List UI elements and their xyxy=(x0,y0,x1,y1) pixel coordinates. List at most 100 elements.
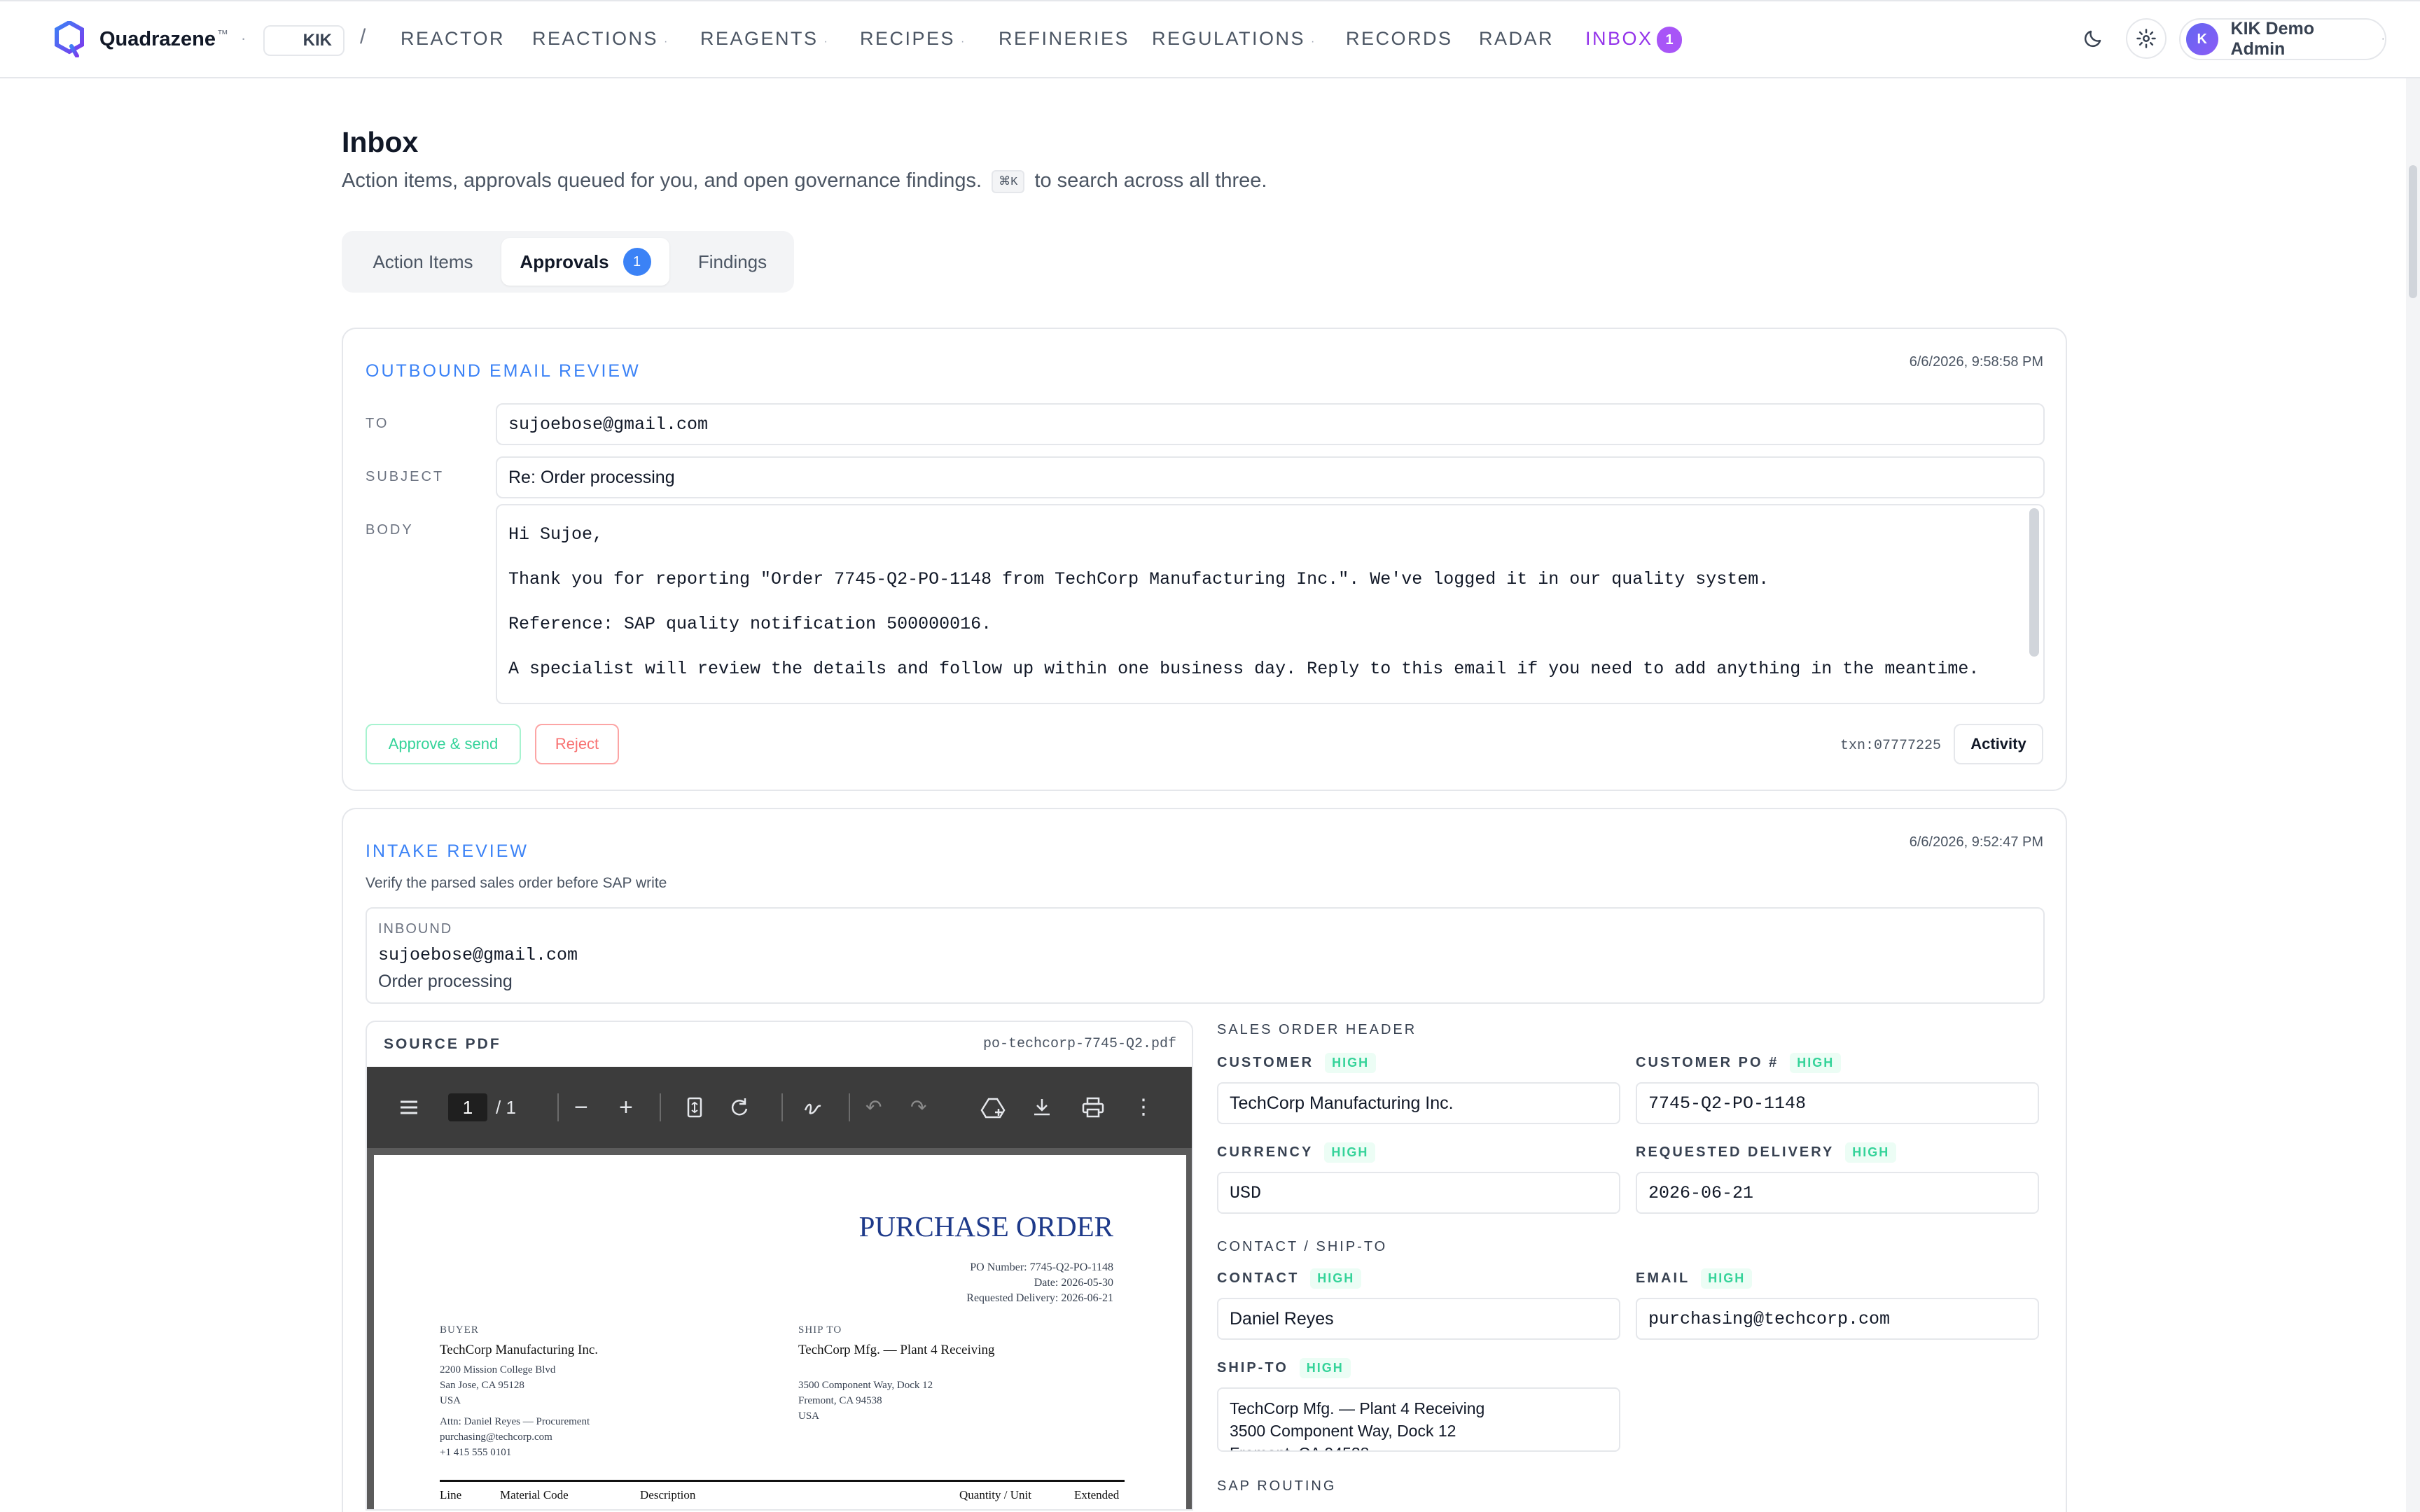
confidence-badge: HIGH xyxy=(1790,1053,1842,1073)
toolbar-divider xyxy=(849,1093,850,1121)
tab-action-items[interactable]: Action Items xyxy=(354,238,492,286)
shipto-name: TechCorp Mfg. — Plant 4 Receiving xyxy=(798,1343,995,1357)
page-subtitle: Action items, approvals queued for you, … xyxy=(342,169,1267,193)
buyer-address: 2200 Mission College Blvd San Jose, CA 9… xyxy=(440,1364,556,1406)
inbox-tabs: Action Items Approvals 1 Findings xyxy=(342,231,794,293)
source-pdf-panel: SOURCE PDF po-techcorp-7745-Q2.pdf 1 / 1… xyxy=(366,1021,1193,1511)
more-options-icon[interactable]: ⋮ xyxy=(1133,1095,1154,1120)
nav-regulations[interactable]: REGULATIONS · xyxy=(1152,28,1314,50)
shipto-address: 3500 Component Way, Dock 12 Fremont, CA … xyxy=(798,1380,933,1422)
email-label: EMAIL HIGH xyxy=(1636,1268,1753,1289)
zoom-in-icon[interactable]: + xyxy=(619,1095,633,1120)
customer-po-field[interactable]: 7745-Q2-PO-1148 xyxy=(1636,1082,2039,1124)
subject-field[interactable]: Re: Order processing xyxy=(496,456,2045,498)
trademark-mark: ™ xyxy=(217,29,228,41)
chevron-down-icon: · xyxy=(2381,33,2385,45)
rotate-icon[interactable] xyxy=(728,1095,751,1120)
theme-toggle-button[interactable] xyxy=(2073,18,2113,59)
shipto-textarea[interactable]: TechCorp Mfg. — Plant 4 Receiving 3500 C… xyxy=(1217,1387,1620,1452)
sap-routing-section: SAP ROUTING xyxy=(1217,1478,1337,1494)
col-quantity-unit: Quantity / Unit xyxy=(959,1488,1031,1502)
po-number: PO Number: 7745-Q2-PO-1148 xyxy=(970,1261,1113,1273)
pdf-viewer-toolbar: 1 / 1 − + ↶ ↷ ⋮ xyxy=(367,1067,1192,1148)
nav-reactions[interactable]: REACTIONS · xyxy=(532,28,667,50)
toolbar-divider xyxy=(781,1093,783,1121)
nav-records[interactable]: RECORDS xyxy=(1346,28,1453,50)
contact-field[interactable]: Daniel Reyes xyxy=(1217,1298,1620,1340)
download-icon[interactable] xyxy=(1031,1095,1053,1120)
fit-page-icon[interactable] xyxy=(686,1095,703,1120)
confidence-badge: HIGH xyxy=(1299,1358,1351,1378)
add-to-drive-icon[interactable] xyxy=(980,1095,1006,1120)
pdf-canvas[interactable]: PURCHASE ORDER PO Number: 7745-Q2-PO-114… xyxy=(367,1148,1192,1509)
inbox-count-badge: 1 xyxy=(1657,27,1682,53)
reject-button[interactable]: Reject xyxy=(535,724,619,764)
pdf-page-input[interactable]: 1 xyxy=(448,1093,487,1121)
card-title: INTAKE REVIEW xyxy=(366,841,529,861)
nav-reactor[interactable]: REACTOR xyxy=(401,28,505,50)
keyboard-shortcut: ⌘K xyxy=(992,169,1025,193)
requested-delivery-field[interactable]: 2026-06-21 xyxy=(1636,1172,2039,1214)
activity-button[interactable]: Activity xyxy=(1954,724,2043,764)
contact-label: CONTACT HIGH xyxy=(1217,1268,1362,1289)
draw-icon[interactable] xyxy=(802,1095,825,1120)
redo-icon[interactable]: ↷ xyxy=(910,1095,926,1120)
subtitle-text-end: to search across all three. xyxy=(1034,169,1267,192)
buyer-contact: Attn: Daniel Reyes — Procurement purchas… xyxy=(440,1416,590,1458)
dropdown-indicator-icon: · xyxy=(823,36,828,48)
buyer-label: BUYER xyxy=(440,1324,479,1336)
body-label: BODY xyxy=(366,522,414,538)
to-label: TO xyxy=(366,416,389,431)
dropdown-indicator-icon: · xyxy=(1311,36,1315,48)
top-navigation-bar: Quadrazene ™ · KIK / REACTOR REACTIONS · … xyxy=(0,0,2420,78)
breadcrumb-separator: / xyxy=(360,25,366,48)
nav-inbox[interactable]: INBOX xyxy=(1585,28,1653,50)
po-title: PURCHASE ORDER xyxy=(858,1210,1113,1242)
customer-po-label: CUSTOMER PO # HIGH xyxy=(1636,1053,1842,1073)
undo-icon[interactable]: ↶ xyxy=(865,1095,882,1120)
moon-icon xyxy=(2084,30,2101,48)
zoom-out-icon[interactable]: − xyxy=(574,1095,588,1120)
print-icon[interactable] xyxy=(1081,1095,1105,1120)
tab-approvals[interactable]: Approvals 1 xyxy=(501,238,669,286)
currency-label: CURRENCY HIGH xyxy=(1217,1142,1376,1163)
tenant-switcher[interactable]: KIK xyxy=(263,25,345,56)
nav-radar[interactable]: RADAR xyxy=(1479,28,1554,50)
menu-icon[interactable] xyxy=(398,1095,420,1120)
user-name: KIK Demo Admin xyxy=(2230,19,2314,59)
scrollbar-thumb[interactable] xyxy=(2409,165,2417,298)
currency-field[interactable]: USD xyxy=(1217,1172,1620,1214)
toolbar-divider xyxy=(660,1093,661,1121)
po-meta: PO Number: 7745-Q2-PO-1148 Date: 2026-05… xyxy=(966,1260,1113,1306)
quadrazene-logo-icon xyxy=(55,21,84,57)
settings-button[interactable] xyxy=(2126,18,2167,59)
nav-refineries[interactable]: REFINERIES xyxy=(999,28,1129,50)
separator-dot: · xyxy=(241,29,246,47)
user-menu[interactable]: K KIK Demo Admin · xyxy=(2179,18,2386,60)
table-rule xyxy=(440,1480,1125,1482)
shipto-field-label: SHIP-TO HIGH xyxy=(1217,1358,1351,1378)
customer-field[interactable]: TechCorp Manufacturing Inc. xyxy=(1217,1082,1620,1124)
email-body-text: Hi Sujoe, Thank you for reporting "Order… xyxy=(508,524,1980,679)
nav-reagents[interactable]: REAGENTS · xyxy=(700,28,828,50)
timestamp: 6/6/2026, 9:58:58 PM xyxy=(1909,354,2043,370)
email-field[interactable]: purchasing@techcorp.com xyxy=(1636,1298,2039,1340)
inbound-email-summary: INBOUND sujoebose@gmail.com Order proces… xyxy=(366,907,2045,1004)
brand-name: Quadrazene xyxy=(99,27,216,50)
col-extended: Extended xyxy=(1074,1488,1120,1502)
page-scrollbar[interactable] xyxy=(2406,78,2420,1512)
brand[interactable]: Quadrazene ™ xyxy=(55,21,228,57)
nav-recipes[interactable]: RECIPES · xyxy=(860,28,964,50)
confidence-badge: HIGH xyxy=(1701,1268,1753,1289)
intake-review-card: INTAKE REVIEW 6/6/2026, 9:52:47 PM Verif… xyxy=(342,808,2067,1512)
approve-send-button[interactable]: Approve & send xyxy=(366,724,521,764)
tab-findings[interactable]: Findings xyxy=(676,238,788,286)
confidence-badge: HIGH xyxy=(1325,1053,1377,1073)
to-field[interactable]: sujoebose@gmail.com xyxy=(496,403,2045,445)
confidence-badge: HIGH xyxy=(1310,1268,1362,1289)
customer-label: CUSTOMER HIGH xyxy=(1217,1053,1377,1073)
body-textarea[interactable]: Hi Sujoe, Thank you for reporting "Order… xyxy=(496,504,2045,704)
textarea-scrollbar[interactable] xyxy=(2029,508,2039,657)
po-date: Date: 2026-05-30 xyxy=(1034,1277,1113,1289)
transaction-id: txn:07777225 xyxy=(1840,738,1941,754)
